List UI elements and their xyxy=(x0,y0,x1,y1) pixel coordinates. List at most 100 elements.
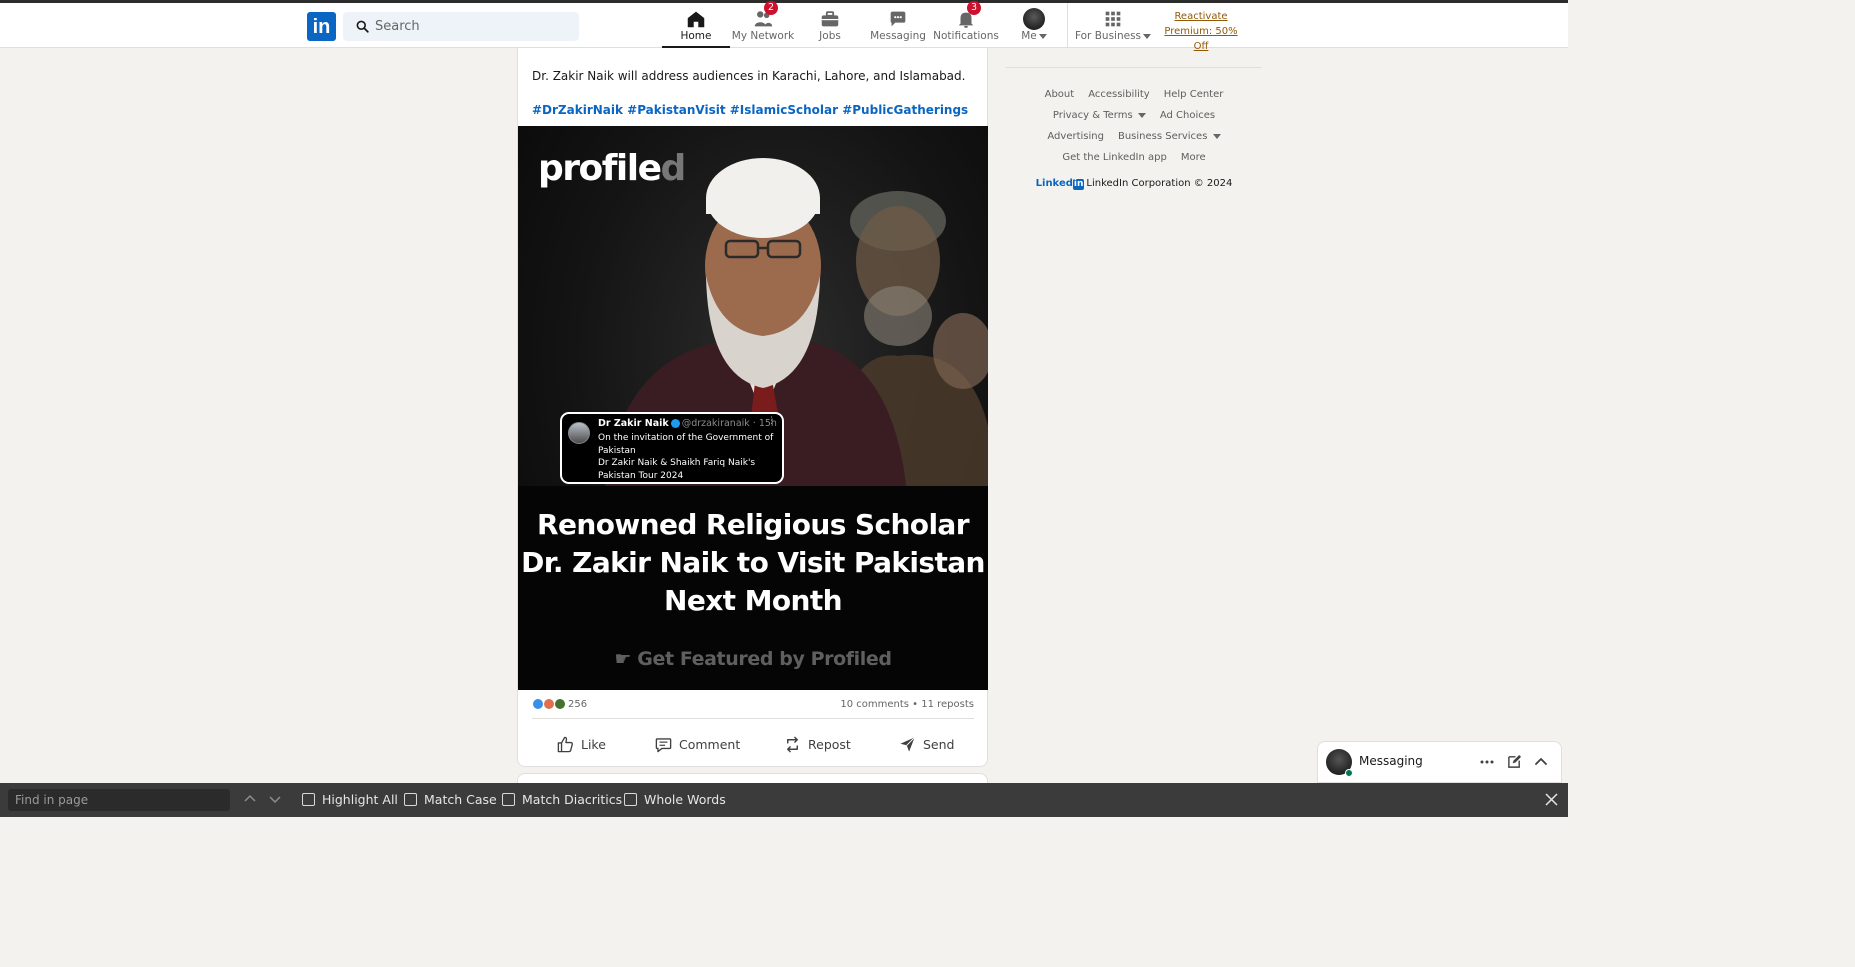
post-text: Dr. Zakir Naik will address audiences in… xyxy=(532,69,966,83)
close-icon[interactable] xyxy=(1545,793,1558,806)
nav-my-network[interactable]: 2 My Network xyxy=(730,1,796,48)
support-reaction-icon xyxy=(554,698,567,710)
sidebar-divider xyxy=(1006,67,1262,68)
linkedin-logo[interactable]: in xyxy=(307,12,336,41)
copyright-text: LinkedIn Corporation © 2024 xyxy=(1086,178,1233,189)
nav-me-label: Me xyxy=(1014,30,1054,42)
chevron-up-icon[interactable] xyxy=(1534,754,1548,768)
footer-link-accessibility[interactable]: Accessibility xyxy=(1088,89,1150,100)
linkedin-wordmark: Linked xyxy=(1035,178,1073,189)
footer-link-get-app[interactable]: Get the LinkedIn app xyxy=(1062,152,1167,163)
tweet-body: On the invitation of the Government of P… xyxy=(598,433,774,481)
send-button[interactable]: Send xyxy=(898,729,954,759)
nav-jobs[interactable]: Jobs xyxy=(805,3,855,48)
send-icon xyxy=(900,736,915,752)
premium-offer-link[interactable]: Reactivate Premium: 50% Off xyxy=(1156,9,1246,54)
messaging-title: Messaging xyxy=(1359,754,1423,768)
briefcase-icon xyxy=(821,11,839,27)
post-actions: Like Comment Repost Send xyxy=(518,729,988,759)
footer-links: About Accessibility Help Center Privacy … xyxy=(1006,84,1262,168)
like-label: Like xyxy=(581,736,606,752)
comments-reposts-count[interactable]: 10 comments • 11 reposts xyxy=(840,699,974,710)
verified-icon xyxy=(670,419,680,428)
nav-messaging[interactable]: Messaging xyxy=(868,3,928,48)
footer-link-advertising[interactable]: Advertising xyxy=(1047,131,1104,142)
like-button[interactable]: Like xyxy=(556,729,606,759)
comment-icon xyxy=(655,737,672,752)
nav-divider xyxy=(1067,3,1068,48)
premium-line1: Reactivate xyxy=(1174,11,1228,22)
avatar xyxy=(1023,8,1045,30)
reaction-count[interactable]: 256 xyxy=(568,699,587,710)
linkedin-wordmark-box: in xyxy=(1072,179,1085,190)
post-hashtags[interactable]: #DrZakirNaik #PakistanVisit #IslamicScho… xyxy=(532,103,968,117)
find-previous-icon[interactable] xyxy=(243,792,257,806)
highlight-all-label: Highlight All xyxy=(322,792,398,807)
footer-link-ad-choices[interactable]: Ad Choices xyxy=(1160,110,1215,121)
search-icon xyxy=(356,20,369,33)
chat-icon xyxy=(890,11,906,27)
image-headline: Renowned Religious Scholar Dr. Zakir Nai… xyxy=(521,508,985,617)
find-next-icon[interactable] xyxy=(268,792,282,806)
footer-link-about[interactable]: About xyxy=(1045,89,1075,100)
checkbox-box xyxy=(404,793,417,806)
footer-link-privacy-terms[interactable]: Privacy & Terms xyxy=(1053,110,1146,121)
search-input[interactable] xyxy=(375,12,571,41)
more-options-icon[interactable] xyxy=(1480,754,1494,770)
premium-line2: Premium: 50% Off xyxy=(1164,26,1238,52)
tweet-author: Dr Zakir Naik @drzakiranaik · 15h xyxy=(598,418,777,429)
find-input[interactable] xyxy=(8,789,230,811)
match-diacritics-label: Match Diacritics xyxy=(522,792,623,807)
footer-link-business-services[interactable]: Business Services xyxy=(1118,131,1221,142)
highlight-all-checkbox[interactable]: Highlight All xyxy=(302,792,398,807)
tweet-avatar xyxy=(568,422,590,444)
grid-icon xyxy=(1105,11,1121,27)
repost-label: Repost xyxy=(808,736,851,752)
profiled-logo: profiled xyxy=(538,148,686,189)
thumbs-up-icon xyxy=(557,736,573,752)
post-divider xyxy=(532,718,974,719)
nav-my-network-label: My Network xyxy=(731,30,795,42)
pointing-hand-icon: ☛ xyxy=(614,648,638,670)
chevron-down-icon xyxy=(1212,133,1221,139)
match-case-label: Match Case xyxy=(424,792,497,807)
nav-for-business-label: For Business xyxy=(1074,30,1152,42)
embedded-tweet: Dr Zakir Naik @drzakiranaik · 15h ⋮ On th… xyxy=(560,412,784,484)
chevron-down-icon xyxy=(1038,33,1047,39)
love-reaction-icon xyxy=(543,698,556,710)
whole-words-checkbox[interactable]: Whole Words xyxy=(624,792,726,807)
nav-home-label: Home xyxy=(680,30,712,42)
nav-me[interactable]: Me xyxy=(1014,3,1054,48)
home-icon xyxy=(687,11,705,28)
copyright: Linkedin LinkedIn Corporation © 2024 xyxy=(1006,178,1262,190)
notifications-badge: 3 xyxy=(967,1,981,15)
nav-messaging-label: Messaging xyxy=(870,30,926,42)
post-image[interactable]: profiled Dr Zakir Naik @drzakiranaik · 15… xyxy=(518,126,988,690)
feed-post: Dr. Zakir Naik will address audiences in… xyxy=(517,48,988,767)
chevron-down-icon xyxy=(1137,112,1146,118)
checkbox-box xyxy=(302,793,315,806)
footer-link-help-center[interactable]: Help Center xyxy=(1164,89,1224,100)
image-cta: ☛ Get Featured by Profiled xyxy=(614,648,892,670)
repost-button[interactable]: Repost xyxy=(783,729,851,759)
match-case-checkbox[interactable]: Match Case xyxy=(404,792,497,807)
nav-home[interactable]: Home xyxy=(662,3,730,48)
repost-icon xyxy=(787,736,798,752)
more-icon: ⋮ xyxy=(767,416,776,426)
nav-notifications[interactable]: 3 Notifications xyxy=(933,1,999,48)
online-status-dot xyxy=(1345,769,1353,777)
footer-link-more[interactable]: More xyxy=(1181,152,1206,163)
whole-words-label: Whole Words xyxy=(644,792,726,807)
match-diacritics-checkbox[interactable]: Match Diacritics xyxy=(502,792,622,807)
social-counts: 256 10 comments • 11 reposts xyxy=(532,696,974,716)
compose-icon[interactable] xyxy=(1507,754,1522,769)
checkbox-box xyxy=(502,793,515,806)
reactions-summary[interactable] xyxy=(532,698,567,710)
comment-button[interactable]: Comment xyxy=(654,729,740,759)
send-label: Send xyxy=(923,736,955,752)
checkbox-box xyxy=(624,793,637,806)
find-in-page-bar: Highlight All Match Case Match Diacritic… xyxy=(0,783,1568,817)
search-box[interactable] xyxy=(343,12,579,41)
messaging-overlay[interactable]: Messaging xyxy=(1317,741,1562,783)
nav-for-business[interactable]: For Business xyxy=(1074,3,1152,48)
